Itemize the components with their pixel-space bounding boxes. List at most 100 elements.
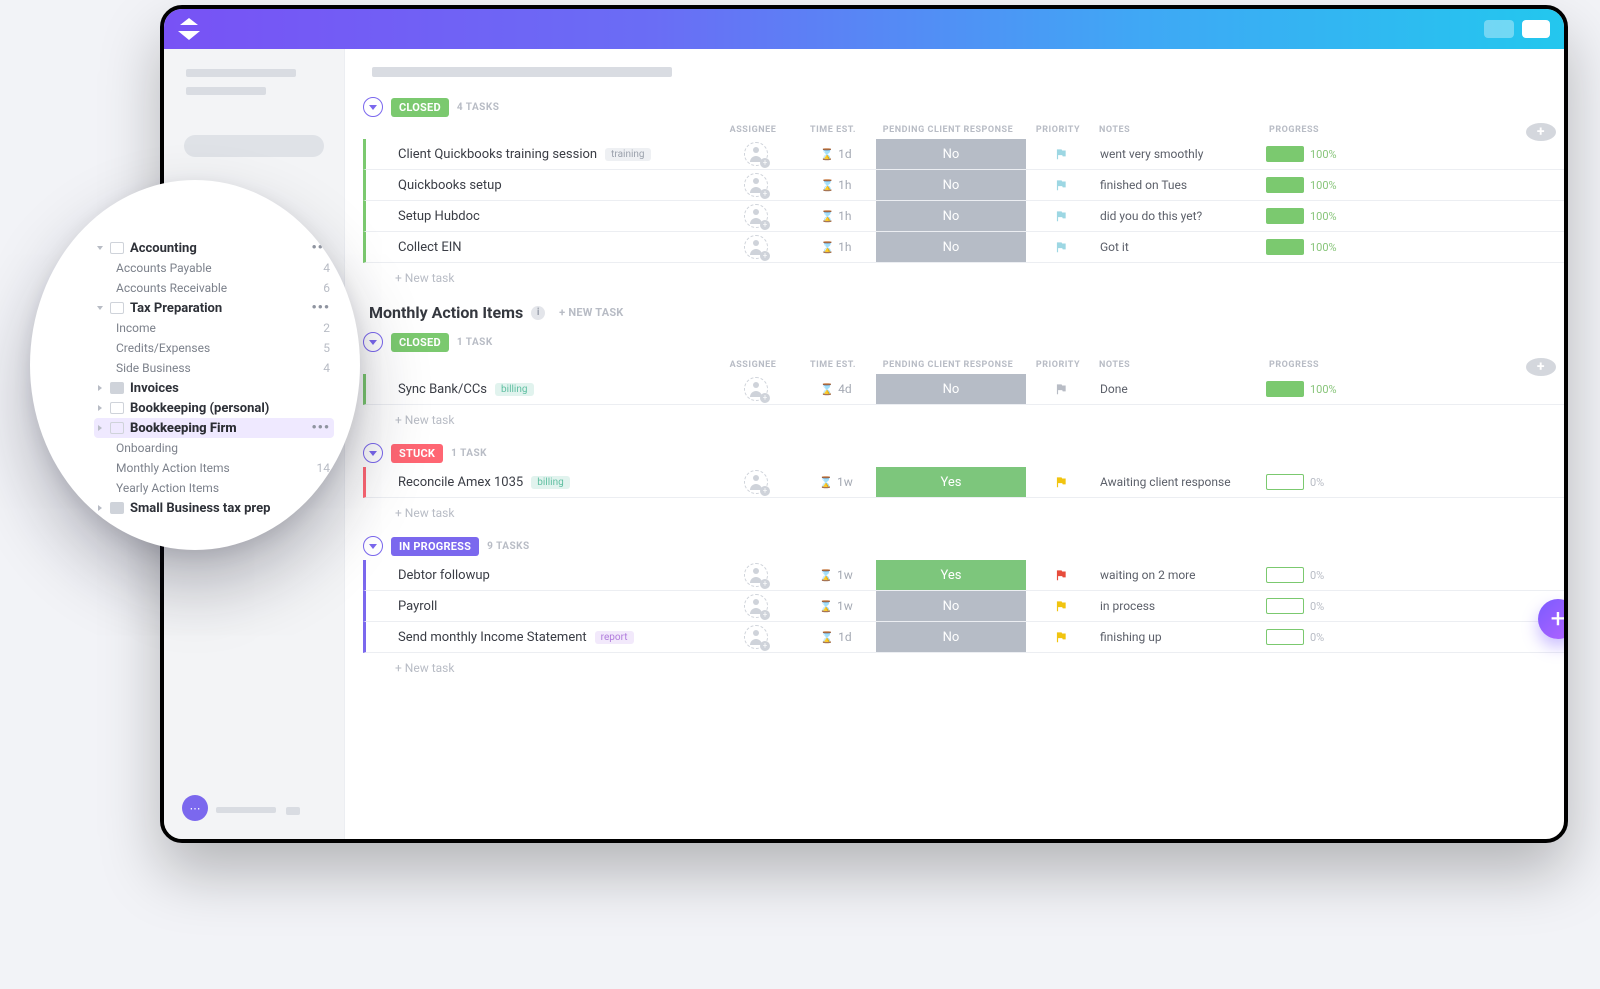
- sidebar-tree-item[interactable]: Monthly Action Items14: [94, 458, 334, 478]
- collapse-toggle-icon[interactable]: [363, 443, 383, 463]
- time-estimate[interactable]: ⌛4d: [796, 382, 876, 396]
- add-assignee-icon[interactable]: +: [744, 563, 768, 587]
- pending-cell[interactable]: No: [876, 374, 1026, 404]
- sidebar-tree-item[interactable]: Small Business tax prep: [94, 498, 334, 518]
- search-input[interactable]: [184, 135, 324, 157]
- pending-cell[interactable]: No: [876, 591, 1026, 621]
- add-assignee-icon[interactable]: +: [744, 377, 768, 401]
- time-estimate[interactable]: ⌛1w: [796, 599, 876, 613]
- progress-cell[interactable]: 0%: [1266, 567, 1366, 583]
- add-assignee-icon[interactable]: +: [744, 594, 768, 618]
- time-estimate[interactable]: ⌛1w: [796, 475, 876, 489]
- assignee-cell[interactable]: +: [716, 377, 796, 401]
- more-icon[interactable]: •••: [311, 420, 330, 436]
- notes-cell[interactable]: went very smoothly: [1096, 147, 1266, 161]
- priority-cell[interactable]: [1026, 178, 1096, 192]
- time-estimate[interactable]: ⌛1h: [796, 209, 876, 223]
- time-estimate[interactable]: ⌛1d: [796, 147, 876, 161]
- task-name[interactable]: Debtor followup: [366, 568, 716, 583]
- notes-cell[interactable]: finished on Tues: [1096, 178, 1266, 192]
- sidebar-tree-item[interactable]: Accounts Receivable6: [94, 278, 334, 298]
- progress-cell[interactable]: 100%: [1266, 208, 1366, 224]
- topbar-button-2[interactable]: [1522, 20, 1550, 38]
- status-chip[interactable]: STUCK: [391, 444, 443, 463]
- collapse-toggle-icon[interactable]: [363, 97, 383, 117]
- task-name[interactable]: Setup Hubdoc: [366, 209, 716, 224]
- chat-icon[interactable]: ⋯: [182, 795, 208, 821]
- notes-cell[interactable]: Got it: [1096, 240, 1266, 254]
- priority-cell[interactable]: [1026, 382, 1096, 396]
- pending-cell[interactable]: No: [876, 170, 1026, 200]
- task-row[interactable]: Debtor followup+⌛1wYeswaiting on 2 more0…: [363, 560, 1564, 591]
- assignee-cell[interactable]: +: [716, 625, 796, 649]
- sidebar-tree-item[interactable]: Side Business4: [94, 358, 334, 378]
- status-chip[interactable]: CLOSED: [391, 333, 449, 352]
- pending-cell[interactable]: No: [876, 201, 1026, 231]
- add-assignee-icon[interactable]: +: [744, 142, 768, 166]
- time-estimate[interactable]: ⌛1w: [796, 568, 876, 582]
- priority-cell[interactable]: [1026, 147, 1096, 161]
- more-icon[interactable]: •••: [311, 240, 330, 256]
- sidebar-tree-item[interactable]: Yearly Action Items2: [94, 478, 334, 498]
- add-assignee-icon[interactable]: +: [744, 625, 768, 649]
- assignee-cell[interactable]: +: [716, 470, 796, 494]
- sidebar-tree-item[interactable]: Bookkeeping (personal): [94, 398, 334, 418]
- priority-cell[interactable]: [1026, 240, 1096, 254]
- assignee-cell[interactable]: +: [716, 173, 796, 197]
- topbar-button-1[interactable]: [1484, 20, 1514, 38]
- progress-cell[interactable]: 100%: [1266, 146, 1366, 162]
- task-row[interactable]: Send monthly Income Statementreport+⌛1dN…: [363, 622, 1564, 653]
- more-icon[interactable]: •••: [311, 300, 330, 316]
- progress-cell[interactable]: 0%: [1266, 629, 1366, 645]
- new-task-link[interactable]: + New task: [395, 661, 1564, 675]
- sidebar-tree-item[interactable]: Accounts Payable4: [94, 258, 334, 278]
- task-row[interactable]: Sync Bank/CCsbilling+⌛4dNoDone100%: [363, 374, 1564, 405]
- task-name[interactable]: Quickbooks setup: [366, 178, 716, 193]
- priority-cell[interactable]: [1026, 475, 1096, 489]
- assignee-cell[interactable]: +: [716, 204, 796, 228]
- assignee-cell[interactable]: +: [716, 142, 796, 166]
- assignee-cell[interactable]: +: [716, 594, 796, 618]
- pending-cell[interactable]: Yes: [876, 467, 1026, 497]
- notes-cell[interactable]: Awaiting client response: [1096, 475, 1266, 489]
- pending-cell[interactable]: No: [876, 139, 1026, 169]
- time-estimate[interactable]: ⌛1h: [796, 240, 876, 254]
- new-task-link[interactable]: + New task: [395, 271, 1564, 285]
- new-task-link[interactable]: + New task: [395, 506, 1564, 520]
- task-tag[interactable]: billing: [495, 383, 533, 396]
- info-icon[interactable]: i: [531, 306, 545, 320]
- priority-cell[interactable]: [1026, 568, 1096, 582]
- sidebar-tree-item[interactable]: Bookkeeping Firm•••: [94, 418, 334, 438]
- pending-cell[interactable]: No: [876, 232, 1026, 262]
- sidebar-tree-item[interactable]: Invoices: [94, 378, 334, 398]
- time-estimate[interactable]: ⌛1h: [796, 178, 876, 192]
- priority-cell[interactable]: [1026, 599, 1096, 613]
- sidebar-tree-item[interactable]: Accounting•••: [94, 238, 334, 258]
- progress-cell[interactable]: 0%: [1266, 598, 1366, 614]
- task-name[interactable]: Send monthly Income Statementreport: [366, 630, 716, 645]
- sidebar-tree-item[interactable]: Income2: [94, 318, 334, 338]
- assignee-cell[interactable]: +: [716, 235, 796, 259]
- task-name[interactable]: Sync Bank/CCsbilling: [366, 382, 716, 397]
- task-row[interactable]: Reconcile Amex 1035billing+⌛1wYes Awaitin…: [363, 467, 1564, 498]
- status-chip[interactable]: IN PROGRESS: [391, 537, 479, 556]
- notes-cell[interactable]: in process: [1096, 599, 1266, 613]
- task-tag[interactable]: billing: [531, 476, 569, 489]
- progress-cell[interactable]: 100%: [1266, 381, 1366, 397]
- task-name[interactable]: Reconcile Amex 1035billing: [366, 475, 716, 490]
- add-column-button[interactable]: +: [1526, 123, 1556, 141]
- add-assignee-icon[interactable]: +: [744, 204, 768, 228]
- task-row[interactable]: Setup Hubdoc+⌛1hNodid you do this yet?10…: [363, 201, 1564, 232]
- status-chip[interactable]: CLOSED: [391, 98, 449, 117]
- notes-cell[interactable]: finishing up: [1096, 630, 1266, 644]
- priority-cell[interactable]: [1026, 630, 1096, 644]
- progress-cell[interactable]: 100%: [1266, 177, 1366, 193]
- priority-cell[interactable]: [1026, 209, 1096, 223]
- collapse-toggle-icon[interactable]: [363, 332, 383, 352]
- task-tag[interactable]: training: [605, 148, 650, 161]
- time-estimate[interactable]: ⌛1d: [796, 630, 876, 644]
- task-name[interactable]: Client Quickbooks training sessiontraini…: [366, 147, 716, 162]
- task-name[interactable]: Payroll: [366, 599, 716, 614]
- task-name[interactable]: Collect EIN: [366, 240, 716, 255]
- progress-cell[interactable]: 100%: [1266, 239, 1366, 255]
